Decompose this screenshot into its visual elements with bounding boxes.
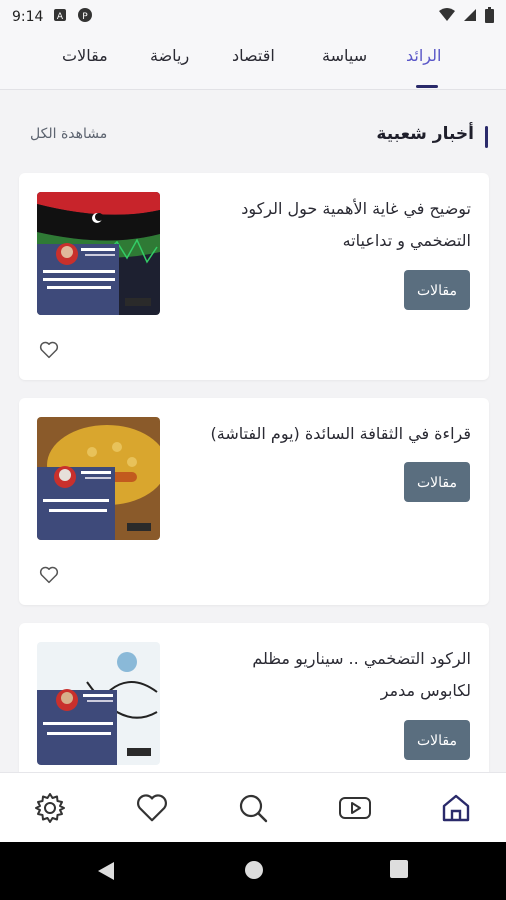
- settings-icon[interactable]: [33, 791, 67, 825]
- system-navigation-bar: [0, 842, 506, 900]
- article-title[interactable]: قراءة في الثقافة السائدة (يوم الفتاشة): [201, 418, 472, 450]
- favorite-heart-icon[interactable]: [39, 566, 59, 588]
- section-accent-bar: [485, 126, 488, 148]
- category-button[interactable]: مقالات: [404, 720, 470, 760]
- section-header: أخبار شعبية مشاهدة الكل: [0, 118, 506, 154]
- article-title[interactable]: الركود التضخمي .. سيناريو مظلم لكابوس مد…: [201, 643, 471, 707]
- article-thumbnail[interactable]: [37, 192, 160, 315]
- recents-icon[interactable]: [390, 860, 408, 882]
- svg-text:P: P: [83, 12, 89, 22]
- signal-icon: [463, 8, 477, 26]
- notification-a-icon: A: [53, 8, 67, 26]
- wifi-icon: [439, 8, 455, 26]
- svg-text:A: A: [57, 12, 64, 22]
- battery-icon: [485, 7, 494, 27]
- section-title: أخبار شعبية: [376, 124, 474, 144]
- tab-economy[interactable]: اقتصاد: [232, 46, 275, 65]
- article-card[interactable]: توضيح في غاية الأهمية حول الركود التضخمي…: [19, 173, 489, 380]
- article-card[interactable]: قراءة في الثقافة السائدة (يوم الفتاشة) م…: [19, 398, 489, 605]
- category-button[interactable]: مقالات: [404, 462, 470, 502]
- article-thumbnail[interactable]: [37, 417, 160, 540]
- back-icon[interactable]: [96, 860, 116, 886]
- notification-p-icon: P: [77, 7, 93, 27]
- article-card[interactable]: الركود التضخمي .. سيناريو مظلم لكابوس مد…: [19, 623, 489, 783]
- home-icon[interactable]: [439, 791, 473, 825]
- tab-articles[interactable]: مقالات: [62, 46, 108, 65]
- active-tab-indicator: [416, 85, 438, 88]
- tab-politics[interactable]: سياسة: [322, 46, 367, 65]
- view-all-link[interactable]: مشاهدة الكل: [30, 126, 107, 142]
- tab-sports[interactable]: رياضة: [150, 46, 189, 65]
- category-tabs: الرائد سياسة اقتصاد رياضة مقالات: [0, 34, 506, 90]
- article-title[interactable]: توضيح في غاية الأهمية حول الركود التضخمي…: [201, 193, 471, 257]
- article-thumbnail[interactable]: [37, 642, 160, 765]
- favorite-heart-icon[interactable]: [39, 341, 59, 363]
- status-bar: 9:14 A P: [0, 0, 506, 34]
- search-icon[interactable]: [236, 791, 270, 825]
- tab-home[interactable]: الرائد: [406, 46, 441, 65]
- home-button-icon[interactable]: [244, 860, 264, 884]
- category-button[interactable]: مقالات: [404, 270, 470, 310]
- status-time: 9:14: [12, 9, 44, 25]
- video-icon[interactable]: [338, 791, 372, 825]
- bottom-navigation: [0, 772, 506, 842]
- heart-icon[interactable]: [135, 791, 169, 825]
